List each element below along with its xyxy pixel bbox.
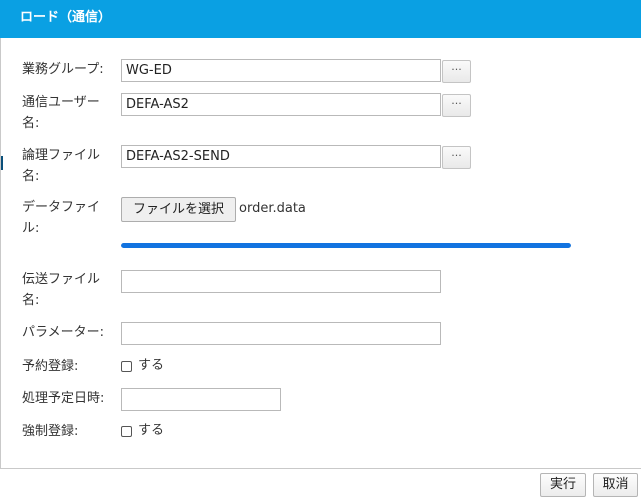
transfer-file-label-line2: 名:: [22, 293, 40, 308]
transfer-file-label-line1: 伝送ファイル: [22, 272, 101, 287]
data-file-label-line1: データファイ: [22, 200, 101, 215]
dialog-titlebar: ロード（通信）: [0, 0, 641, 38]
business-group-input[interactable]: [121, 59, 441, 82]
scheduled-datetime-label: 処理予定日時:: [22, 391, 105, 406]
reservation-label: 予約登録:: [22, 359, 79, 374]
forced-checkbox-label: する: [138, 423, 165, 438]
transfer-file-label: 伝送ファイル 名:: [22, 269, 100, 311]
data-file-label-line2: ル:: [22, 221, 40, 236]
logical-file-label: 論理ファイル 名:: [22, 145, 100, 187]
reservation-checkbox[interactable]: [121, 360, 132, 372]
logical-file-label-line1: 論理ファイル: [22, 148, 101, 163]
forced-checkbox[interactable]: [121, 425, 132, 437]
execute-button[interactable]: 実行: [540, 473, 586, 497]
cancel-button[interactable]: 取消: [593, 473, 638, 497]
logical-file-label-line2: 名:: [22, 169, 40, 184]
logical-file-browse-button[interactable]: ···: [442, 146, 471, 169]
upload-progress-bar: [121, 243, 571, 248]
data-file-label: データファイ ル:: [22, 197, 100, 239]
dialog-footer: 実行 取消: [0, 468, 641, 499]
comm-user-label-line2: 名:: [22, 116, 40, 131]
dialog-title: ロード（通信）: [20, 10, 112, 25]
comm-user-label-line1: 通信ユーザー: [22, 95, 100, 110]
reservation-checkbox-label: する: [138, 358, 165, 373]
selected-file-name: order.data: [239, 201, 306, 216]
business-group-label: 業務グループ:: [22, 62, 104, 77]
forced-checkbox-row[interactable]: する: [121, 422, 164, 440]
side-marker: [1, 156, 3, 170]
upload-progress-fill: [121, 243, 571, 248]
comm-user-input[interactable]: [121, 93, 441, 116]
transfer-file-input[interactable]: [121, 270, 441, 293]
forced-label: 強制登録:: [22, 424, 79, 439]
reservation-checkbox-row[interactable]: する: [121, 357, 164, 375]
parameter-label: パラメーター:: [22, 325, 104, 340]
logical-file-input[interactable]: [121, 145, 441, 168]
business-group-browse-button[interactable]: ···: [442, 60, 471, 83]
comm-user-browse-button[interactable]: ···: [442, 94, 471, 117]
scheduled-datetime-input[interactable]: [121, 388, 281, 411]
choose-file-button[interactable]: ファイルを選択: [121, 197, 236, 222]
comm-user-label: 通信ユーザー 名:: [22, 92, 100, 134]
parameter-input[interactable]: [121, 322, 441, 345]
